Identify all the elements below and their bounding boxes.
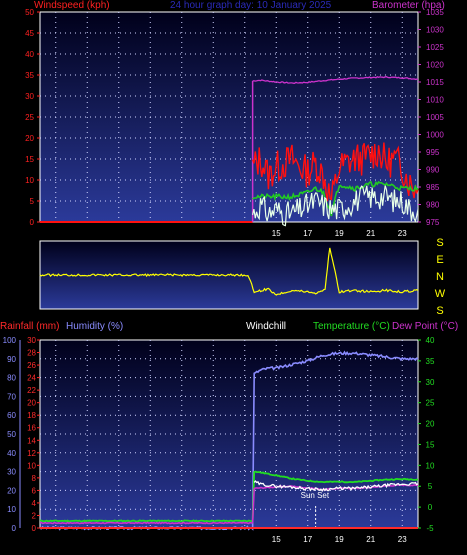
humidity-tick-label: 10	[7, 505, 16, 514]
temp-tick-label: 15	[426, 440, 435, 449]
top-x-tick-label: 23	[398, 229, 407, 238]
sunset-annotation: Sun Set	[301, 491, 330, 500]
temp-tick-label: 35	[426, 357, 435, 366]
direction-letter: S	[436, 305, 443, 317]
windspeed-tick-label: 25	[25, 113, 34, 122]
top-x-tick-label: 21	[366, 229, 375, 238]
top-panel: 0510152025303540455097598098599099510001…	[25, 0, 445, 238]
barometer-tick-label: 1005	[426, 113, 444, 122]
top-x-tick-label: 15	[272, 229, 281, 238]
direction-letter: S	[436, 237, 443, 249]
bottom-x-tick-label: 23	[398, 535, 407, 544]
windspeed-tick-label: 45	[25, 29, 34, 38]
windchill-label: Windchill	[246, 321, 286, 332]
bottom-plot-area	[39, 339, 419, 529]
rain-tick-label: 6	[32, 486, 37, 495]
barometer-axis-label: Barometer (hpa)	[372, 0, 445, 11]
direction-letter: E	[436, 254, 443, 266]
humidity-tick-label: 40	[7, 449, 16, 458]
barometer-tick-label: 1030	[426, 26, 444, 35]
humidity-tick-label: 0	[12, 524, 17, 533]
windspeed-axis-label: Windspeed (kph)	[34, 0, 110, 11]
rain-tick-label: 8	[32, 474, 37, 483]
bottom-x-tick-label: 19	[335, 535, 344, 544]
humidity-tick-label: 60	[7, 411, 16, 420]
windspeed-tick-label: 30	[25, 92, 34, 101]
rain-tick-label: 10	[27, 461, 36, 470]
temp-tick-label: 0	[428, 503, 433, 512]
humidity-axis-label: Humidity (%)	[66, 321, 123, 332]
temp-tick-label: 40	[426, 336, 435, 345]
barometer-tick-label: 995	[426, 148, 440, 157]
bottom-x-tick-label: 15	[272, 535, 281, 544]
humidity-tick-label: 80	[7, 374, 16, 383]
temp-tick-label: -5	[426, 524, 434, 533]
rain-tick-label: 0	[32, 524, 37, 533]
humidity-tick-label: 20	[7, 486, 16, 495]
temp-tick-label: 5	[428, 482, 433, 491]
rain-tick-label: 14	[27, 436, 36, 445]
temp-tick-label: 25	[426, 399, 435, 408]
barometer-tick-label: 990	[426, 166, 440, 175]
windspeed-tick-label: 5	[30, 197, 35, 206]
barometer-tick-label: 1020	[426, 61, 444, 70]
bottom-x-tick-label: 17	[303, 535, 312, 544]
rain-tick-label: 26	[27, 361, 36, 370]
humidity-tick-label: 90	[7, 355, 16, 364]
barometer-tick-label: 985	[426, 183, 440, 192]
top-plot-area	[39, 11, 419, 223]
rain-tick-label: 4	[32, 499, 37, 508]
barometer-tick-label: 1025	[426, 43, 444, 52]
top-x-tick-label: 19	[335, 229, 344, 238]
humidity-tick-label: 50	[7, 430, 16, 439]
dewpoint-axis-label: Dew Point (°C)	[392, 321, 458, 332]
barometer-tick-label: 1010	[426, 96, 444, 105]
barometer-tick-label: 980	[426, 201, 440, 210]
temperature-axis-label: Temperature (°C)	[313, 321, 390, 332]
rain-tick-label: 20	[27, 399, 36, 408]
windspeed-tick-label: 0	[30, 218, 35, 227]
direction-letter: N	[436, 271, 444, 283]
barometer-tick-label: 1000	[426, 131, 444, 140]
rain-tick-label: 30	[27, 336, 36, 345]
rain-tick-label: 18	[27, 411, 36, 420]
bottom-x-tick-label: 21	[366, 535, 375, 544]
rain-tick-label: 16	[27, 424, 36, 433]
mid-panel: SENWS	[39, 237, 446, 317]
rain-tick-label: 28	[27, 349, 36, 358]
windspeed-tick-label: 15	[25, 155, 34, 164]
humidity-tick-label: 70	[7, 392, 16, 401]
temp-tick-label: 10	[426, 461, 435, 470]
windspeed-tick-label: 20	[25, 134, 34, 143]
bottom-panel: 0102030405060708090100024681012141618202…	[0, 321, 458, 544]
humidity-tick-label: 30	[7, 468, 16, 477]
top-x-tick-label: 17	[303, 229, 312, 238]
direction-letters: SENWS	[435, 237, 446, 317]
weather-graph: 0510152025303540455097598098599099510001…	[0, 0, 458, 544]
rain-tick-label: 12	[27, 449, 36, 458]
rain-tick-label: 2	[32, 511, 37, 520]
graph-title: 24 hour graph day: 10 January 2025	[170, 0, 332, 11]
rainfall-axis-label: Rainfall (mm)	[0, 321, 59, 332]
rain-tick-label: 22	[27, 386, 36, 395]
barometer-tick-label: 1015	[426, 78, 444, 87]
rain-tick-label: 24	[27, 374, 36, 383]
temp-tick-label: 20	[426, 420, 435, 429]
humidity-tick-label: 100	[3, 336, 17, 345]
windspeed-tick-label: 35	[25, 71, 34, 80]
direction-letter: W	[435, 288, 446, 300]
windspeed-tick-label: 10	[25, 176, 34, 185]
temp-tick-label: 30	[426, 378, 435, 387]
windspeed-tick-label: 40	[25, 50, 34, 59]
barometer-tick-label: 975	[426, 218, 440, 227]
